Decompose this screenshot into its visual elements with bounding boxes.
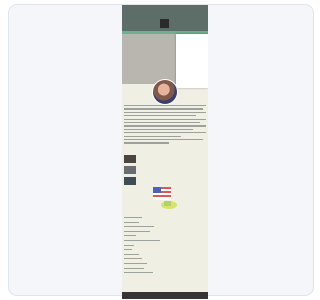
flag-image (153, 187, 177, 209)
post-item[interactable] (124, 166, 206, 174)
webpage-screenshot (122, 5, 208, 299)
dropdown-menu[interactable] (176, 34, 208, 88)
bio-text (124, 105, 206, 146)
site-logo[interactable] (160, 19, 169, 28)
site-header (122, 11, 208, 31)
post-item[interactable] (124, 155, 206, 163)
post-thumbnail[interactable] (124, 166, 136, 174)
site-footer (122, 292, 208, 299)
post-thumbnail[interactable] (124, 155, 136, 163)
post-thumbnail[interactable] (124, 177, 136, 185)
profile-avatar (152, 79, 178, 105)
sidebar-links (124, 217, 206, 277)
